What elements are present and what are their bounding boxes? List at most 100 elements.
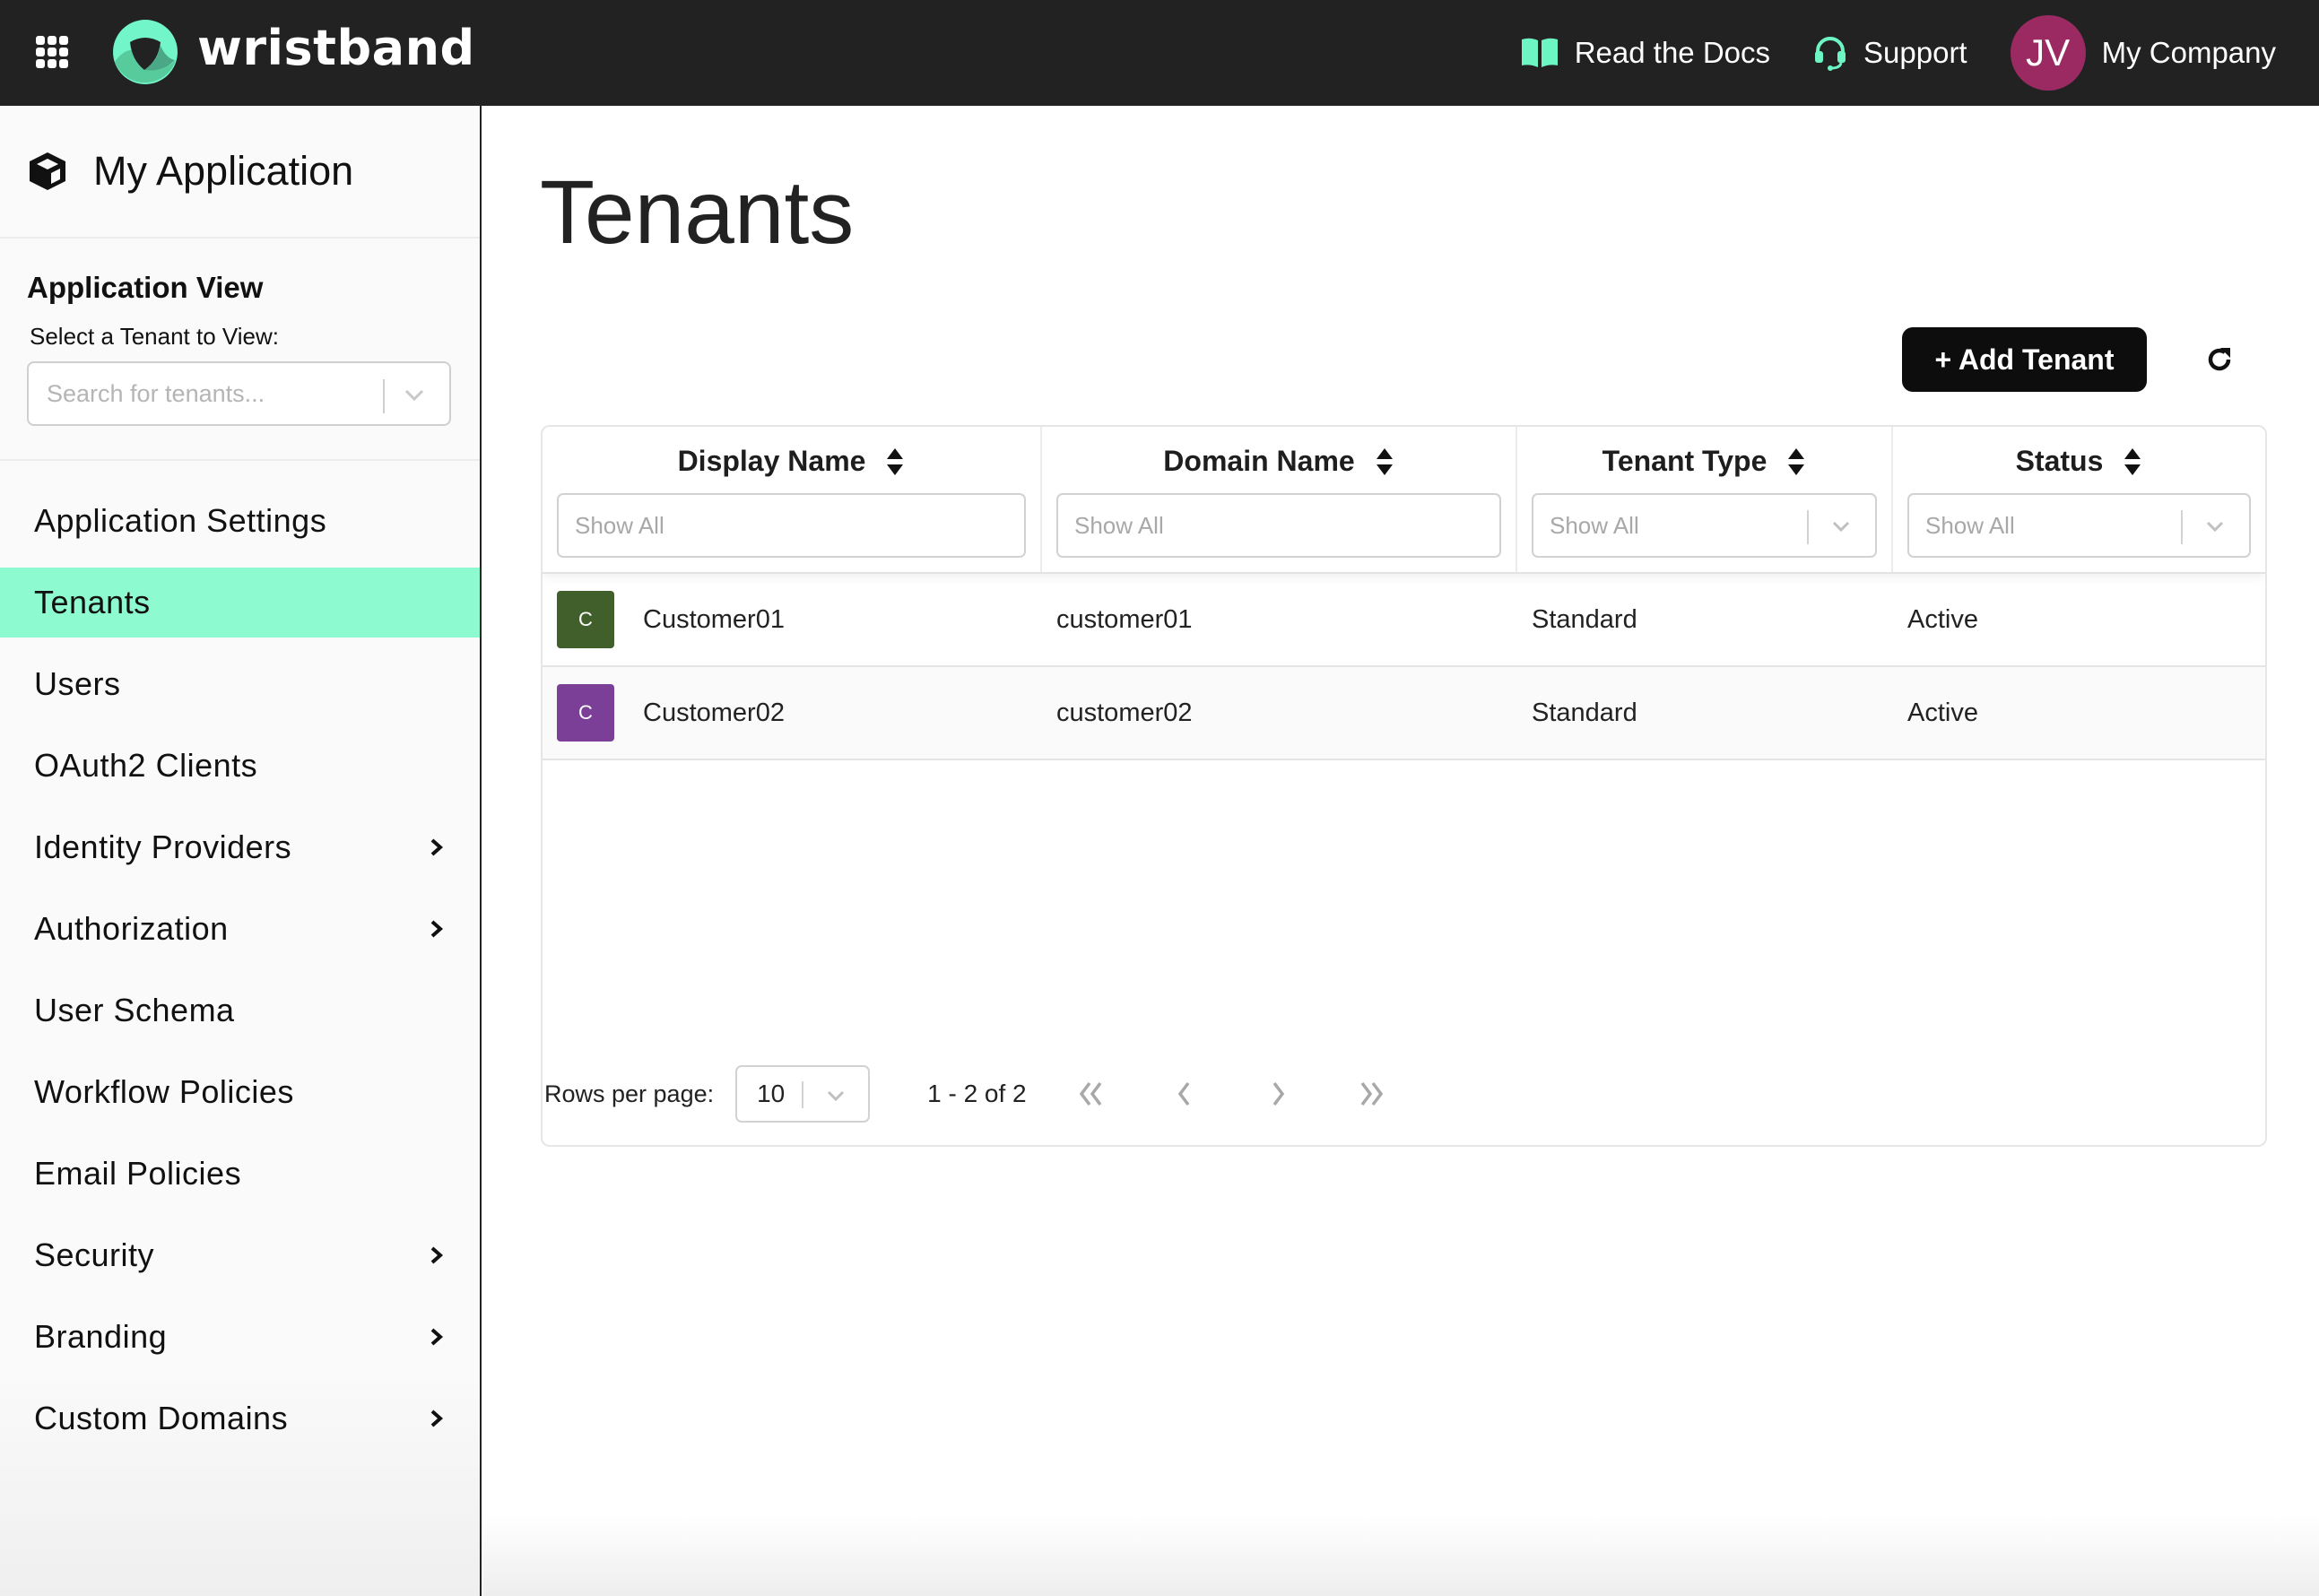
page-title: Tenants [540,162,855,263]
sidebar-item-custom-domains[interactable]: Custom Domains [0,1383,480,1453]
cell-domain-name: customer02 [1056,698,1193,727]
tenants-table: Display Name Domain Name Tenant Type [541,425,2267,1147]
display-name-filter-input[interactable] [559,511,955,540]
sidebar: My Application Application View Select a… [0,106,482,1596]
tenant-avatar: C [557,591,614,648]
chevron-left-icon [1177,1081,1190,1106]
book-open-icon [1521,38,1558,67]
chevron-down-icon[interactable] [2204,516,2226,537]
sidebar-item-label: Security [34,1236,155,1273]
chevron-down-icon[interactable] [1830,516,1852,537]
tenant-type-filter[interactable] [1532,493,1877,558]
wristband-logo-icon[interactable] [112,19,178,85]
tenant-avatar: C [557,684,614,742]
application-view-section: Application View Select a Tenant to View… [0,239,480,461]
rows-per-page-label: Rows per page: [544,1080,715,1107]
sort-display-name[interactable]: Display Name [543,445,1040,478]
table-header: Display Name Domain Name Tenant Type [543,427,2265,574]
column-label: Display Name [677,445,866,477]
sidebar-item-application-settings[interactable]: Application Settings [0,486,480,556]
next-page-button[interactable] [1249,1065,1307,1123]
column-domain-name: Domain Name [1042,427,1517,572]
sidebar-item-label: Branding [34,1318,168,1355]
sidebar-item-label: Application Settings [34,502,327,539]
display-name-filter[interactable] [557,493,1026,558]
domain-name-filter[interactable] [1056,493,1501,558]
column-label: Tenant Type [1602,445,1767,477]
sidebar-item-label: Email Policies [34,1155,242,1192]
chevron-right-icon [430,838,444,856]
cell-display-name: C Customer01 [543,574,1042,665]
column-label: Domain Name [1163,445,1355,477]
last-page-button[interactable] [1342,1065,1400,1123]
cell-domain-name: customer01 [1056,604,1193,634]
sidebar-item-oauth2-clients[interactable]: OAuth2 Clients [0,731,480,801]
sidebar-item-users[interactable]: Users [0,649,480,719]
domain-name-filter-input[interactable] [1058,511,1434,540]
previous-page-button[interactable] [1156,1065,1213,1123]
support-link[interactable]: Support [1813,35,1967,71]
sidebar-item-user-schema[interactable]: User Schema [0,976,480,1045]
column-status: Status [1893,427,2265,572]
application-name: My Application [93,148,354,194]
sort-domain-name[interactable]: Domain Name [1042,445,1516,478]
rows-per-page-select[interactable]: 10 [735,1065,871,1123]
chevron-right-icon [430,1246,444,1264]
application-header: My Application [0,106,480,239]
refresh-button[interactable] [2201,341,2238,378]
cell-display-name: C Customer02 [543,667,1042,759]
tenant-display-name[interactable]: Customer02 [643,698,785,728]
chevron-right-icon [430,1410,444,1427]
sidebar-item-label: Workflow Policies [34,1073,294,1110]
tenant-search-select[interactable] [27,361,451,426]
first-page-button[interactable] [1063,1065,1120,1123]
headset-icon [1815,37,1846,71]
sort-icon [2124,447,2141,475]
table-row[interactable]: C Customer01 customer01 Standard Active [543,574,2265,667]
tenant-search-input[interactable] [29,379,369,408]
sidebar-item-label: OAuth2 Clients [34,747,258,784]
add-tenant-button[interactable]: + Add Tenant [1902,327,2147,392]
sort-tenant-type[interactable]: Tenant Type [1517,445,1891,478]
cell-tenant-type: Standard [1532,604,1637,634]
status-filter[interactable] [1907,493,2251,558]
table-row[interactable]: C Customer02 customer02 Standard Active [543,667,2265,760]
sort-icon [887,447,904,475]
top-navigation-bar: wristband Read the Docs Support JV My Co… [0,0,2319,106]
main-content: Tenants + Add Tenant Display Name Domain… [483,106,2319,1596]
sidebar-item-email-policies[interactable]: Email Policies [0,1139,480,1209]
sidebar-item-identity-providers[interactable]: Identity Providers [0,812,480,882]
select-divider [383,379,385,413]
cube-icon [30,152,65,190]
chevron-right-icon [430,920,444,938]
tenant-type-filter-select[interactable] [1533,511,1824,540]
status-filter-select[interactable] [1909,511,2199,540]
app-launcher-icon[interactable] [36,36,68,68]
select-divider [1807,510,1809,544]
sidebar-item-security[interactable]: Security [0,1220,480,1290]
tenant-select-label: Select a Tenant to View: [30,323,280,350]
tenant-display-name[interactable]: Customer01 [643,605,785,635]
double-chevron-right-icon [1360,1081,1383,1106]
brand-name: wristband [197,20,475,76]
sidebar-item-label: Tenants [34,584,151,620]
account-menu[interactable]: JV My Company [2010,15,2276,91]
chevron-right-icon [1272,1081,1284,1106]
sidebar-item-tenants[interactable]: Tenants [0,568,480,638]
chevron-down-icon [828,1090,845,1102]
sort-icon [1376,447,1393,475]
read-the-docs-link[interactable]: Read the Docs [1521,36,1770,70]
sidebar-item-authorization[interactable]: Authorization [0,894,480,964]
chevron-down-icon[interactable] [403,383,426,406]
column-label: Status [2015,445,2104,477]
user-avatar: JV [2010,15,2086,91]
sort-status[interactable]: Status [1893,445,2265,478]
sidebar-item-branding[interactable]: Branding [0,1302,480,1372]
refresh-icon [2208,348,2231,371]
cell-tenant-type: Standard [1532,698,1637,727]
read-the-docs-label: Read the Docs [1574,36,1771,69]
column-tenant-type: Tenant Type [1517,427,1893,572]
sidebar-item-label: Custom Domains [34,1400,289,1436]
cell-status: Active [1907,698,1978,727]
sidebar-item-workflow-policies[interactable]: Workflow Policies [0,1057,480,1127]
